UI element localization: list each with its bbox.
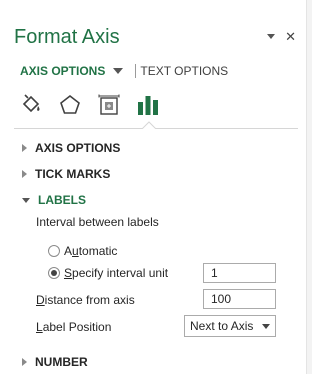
- chevron-right-icon: [22, 170, 27, 178]
- effects-icon[interactable]: [57, 92, 83, 118]
- distance-from-axis-input[interactable]: 100: [203, 289, 276, 309]
- label-position-dropdown[interactable]: Next to Axis: [184, 315, 276, 337]
- task-pane-options-icon[interactable]: [267, 34, 276, 39]
- pane-title: Format Axis: [14, 26, 120, 48]
- size-properties-icon[interactable]: [96, 92, 122, 118]
- category-icons: [18, 90, 174, 118]
- radio-automatic-label: Automatic: [64, 244, 118, 258]
- section-number[interactable]: NUMBER: [22, 354, 88, 370]
- fill-line-icon[interactable]: [18, 92, 44, 118]
- label-position-value: Next to Axis: [190, 319, 254, 333]
- pane-scrollbar[interactable]: [306, 0, 312, 374]
- selected-category-pointer: [142, 121, 156, 129]
- chevron-down-icon[interactable]: [113, 68, 124, 74]
- radio-specify-button[interactable]: [48, 267, 60, 279]
- radio-specify-interval[interactable]: Specify interval unit: [48, 266, 168, 280]
- axis-options-icon[interactable]: [135, 92, 161, 118]
- section-divider: [14, 128, 298, 129]
- options-tabs: AXIS OPTIONS TEXT OPTIONS: [20, 62, 228, 80]
- label-position-label: Label Position: [36, 320, 112, 334]
- chevron-down-icon: [22, 197, 30, 203]
- section-labels[interactable]: LABELS: [22, 192, 86, 208]
- tab-axis-options[interactable]: AXIS OPTIONS: [20, 64, 105, 78]
- section-axis-options-label: AXIS OPTIONS: [35, 141, 121, 155]
- chevron-right-icon: [22, 144, 27, 152]
- close-icon[interactable]: ✕: [285, 30, 296, 43]
- radio-automatic[interactable]: Automatic: [48, 244, 117, 258]
- radio-automatic-button[interactable]: [48, 245, 60, 257]
- tab-text-options[interactable]: TEXT OPTIONS: [140, 64, 228, 78]
- section-tick-marks-label: TICK MARKS: [35, 167, 111, 181]
- format-axis-pane: Format Axis ✕ AXIS OPTIONS TEXT OPTIONS: [0, 0, 306, 374]
- section-number-label: NUMBER: [35, 355, 88, 369]
- radio-specify-label: Specify interval unit: [64, 266, 169, 280]
- chevron-down-icon: [262, 323, 270, 329]
- section-axis-options[interactable]: AXIS OPTIONS: [22, 140, 120, 156]
- pane-header: Format Axis ✕: [14, 26, 296, 54]
- section-tick-marks[interactable]: TICK MARKS: [22, 166, 110, 182]
- interval-unit-input[interactable]: 1: [203, 263, 276, 283]
- section-labels-label: LABELS: [38, 193, 86, 207]
- chevron-right-icon: [22, 358, 27, 366]
- tab-separator: [135, 64, 137, 78]
- distance-from-axis-label: Distance from axis: [36, 293, 135, 307]
- interval-between-labels-label: Interval between labels: [36, 215, 159, 229]
- pane-header-controls: ✕: [267, 30, 296, 43]
